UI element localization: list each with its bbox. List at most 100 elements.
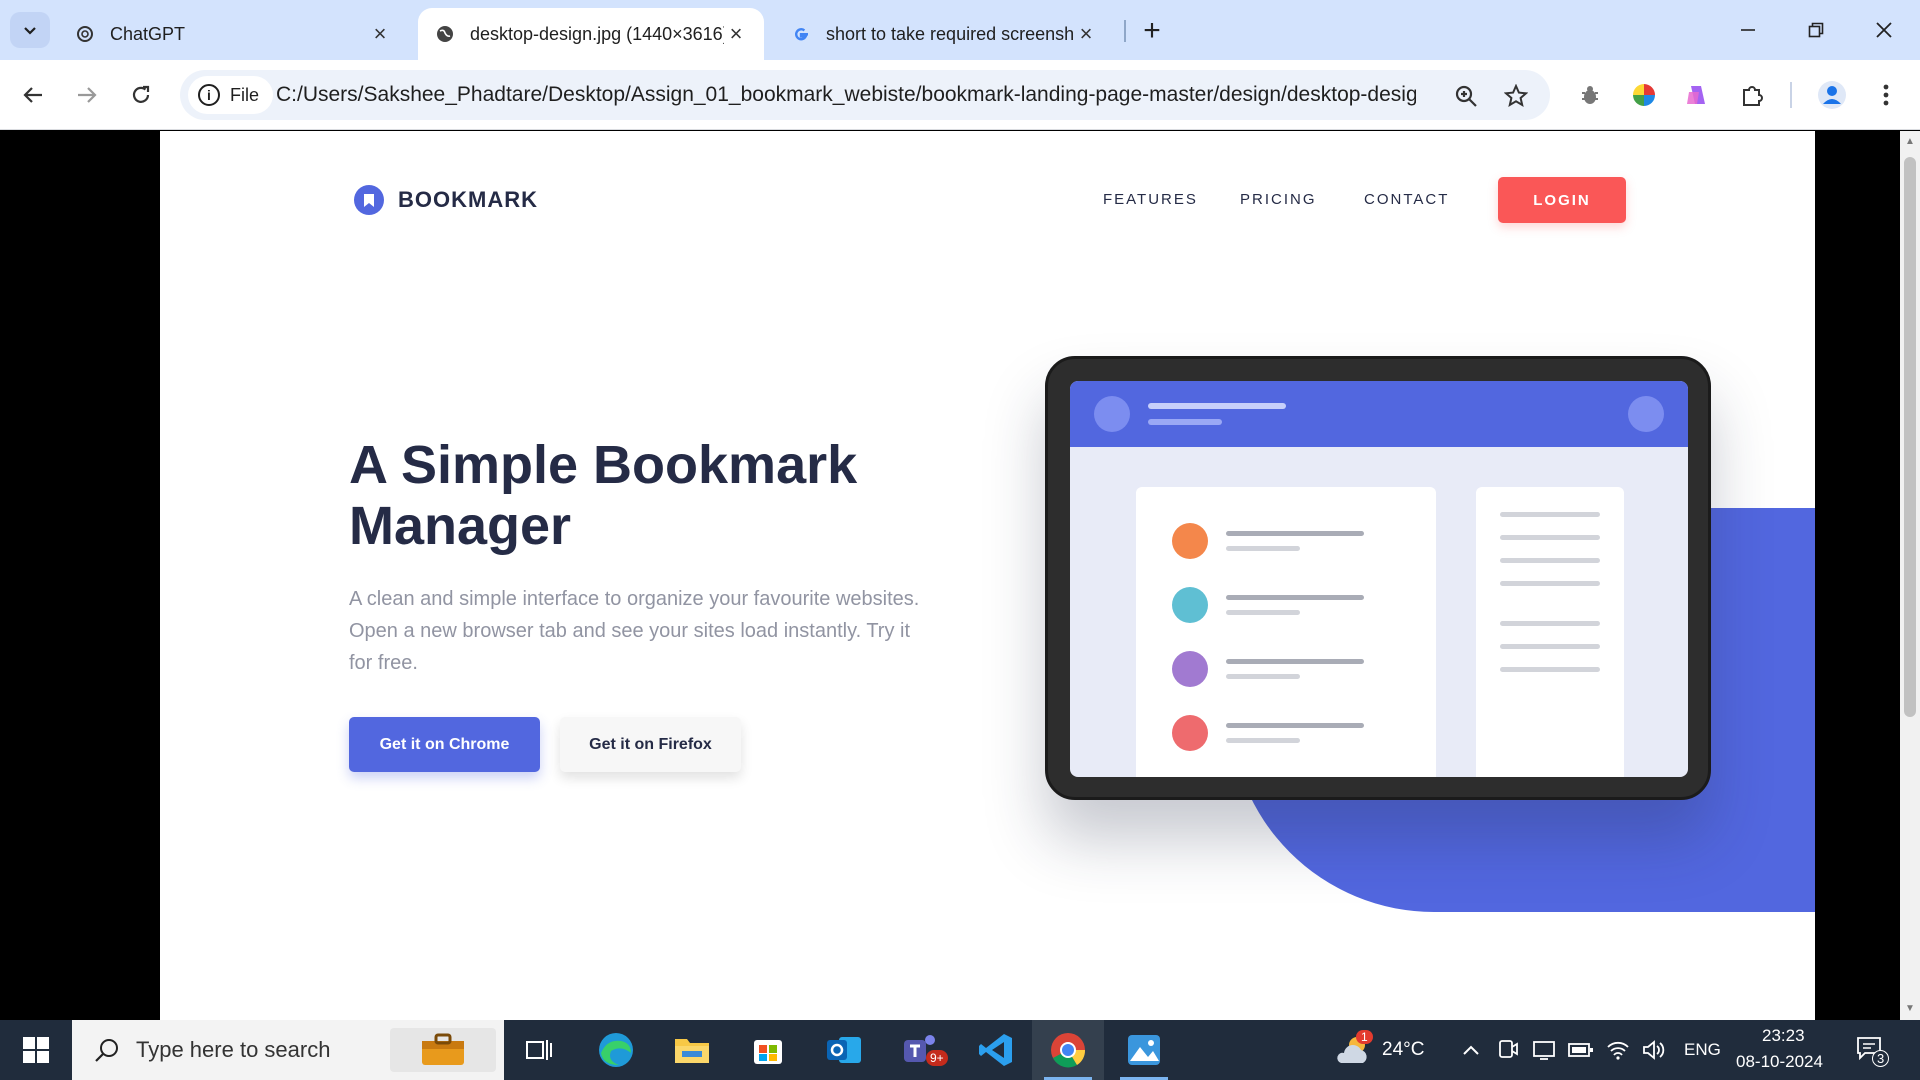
address-bar[interactable]: i File C:/Users/Sakshee_Phadtare/Desktop… — [180, 70, 1550, 120]
screen-side-card — [1476, 487, 1624, 777]
bookmark-line — [1226, 595, 1364, 600]
extension-bug-button[interactable] — [1574, 79, 1606, 111]
clock-date[interactable]: 08-10-2024 — [1736, 1052, 1823, 1072]
meet-now-icon[interactable] — [1498, 1039, 1518, 1061]
get-chrome-button[interactable]: Get it on Chrome — [349, 717, 540, 772]
extension-copilot-button[interactable] — [1682, 79, 1714, 111]
site-chip-label: File — [230, 84, 260, 105]
reload-button[interactable] — [120, 74, 162, 116]
toolbar-separator — [1790, 82, 1792, 108]
language-indicator[interactable]: ENG — [1684, 1040, 1721, 1060]
bookmark-line — [1226, 610, 1300, 615]
profile-button[interactable] — [1816, 79, 1848, 111]
bookmark-star-button[interactable] — [1502, 82, 1530, 110]
google-icon — [790, 23, 812, 45]
reload-icon — [132, 85, 150, 103]
bookmark-logo-icon — [354, 185, 384, 215]
briefcase-icon — [422, 1033, 464, 1065]
tab-strip: ChatGPT × desktop-design.jpg (1440×3616)… — [0, 0, 1920, 60]
zoom-button[interactable] — [1452, 82, 1480, 110]
search-highlight[interactable] — [390, 1028, 496, 1072]
taskbar-teams[interactable]: 9+ — [884, 1020, 956, 1080]
taskbar-outlook[interactable] — [808, 1020, 880, 1080]
browser-toolbar: i File C:/Users/Sakshee_Phadtare/Desktop… — [0, 60, 1920, 130]
close-icon[interactable]: × — [368, 21, 392, 46]
tab-title: desktop-design.jpg (1440×3616) — [470, 23, 724, 44]
screen-menu-shape — [1628, 396, 1664, 432]
info-icon: i — [198, 84, 220, 106]
chevron-up-icon[interactable] — [1462, 1043, 1480, 1057]
extensions-button[interactable] — [1736, 79, 1768, 111]
volume-icon[interactable] — [1642, 1039, 1666, 1061]
design-image: BOOKMARK FEATURES PRICING CONTACT LOGIN … — [160, 131, 1815, 1020]
get-firefox-button[interactable]: Get it on Firefox — [560, 717, 741, 772]
nav-contact[interactable]: CONTACT — [1364, 191, 1449, 208]
battery-icon[interactable] — [1568, 1041, 1594, 1059]
taskbar-photos[interactable] — [1108, 1020, 1180, 1080]
tab-separator — [1124, 20, 1126, 42]
windows-logo-icon — [23, 1037, 49, 1063]
bookmark-line — [1226, 546, 1300, 551]
nav-pricing[interactable]: PRICING — [1240, 191, 1317, 208]
close-icon[interactable]: × — [1074, 21, 1098, 46]
globe-icon — [434, 23, 456, 45]
brand[interactable]: BOOKMARK — [354, 185, 538, 215]
menu-button[interactable] — [1870, 79, 1902, 111]
scrollbar-thumb[interactable] — [1904, 157, 1916, 717]
task-view-button[interactable] — [504, 1020, 576, 1080]
close-window-button[interactable] — [1850, 8, 1918, 52]
taskbar-vscode[interactable] — [960, 1020, 1032, 1080]
taskbar-search-box[interactable]: Type here to search — [72, 1020, 504, 1080]
vscode-icon — [979, 1034, 1012, 1066]
folder-icon — [675, 1039, 709, 1063]
start-button[interactable] — [0, 1020, 72, 1080]
clock-time[interactable]: 23:23 — [1762, 1026, 1805, 1046]
forward-button[interactable] — [66, 74, 108, 116]
zoom-icon — [1455, 85, 1477, 107]
tab-google-search[interactable]: short to take required screenshot × — [774, 8, 1114, 60]
notification-count: 3 — [1872, 1050, 1890, 1067]
bookmark-line — [1226, 674, 1300, 679]
screen-subtitle-line — [1148, 419, 1222, 425]
site-info-chip[interactable]: i File — [188, 76, 274, 114]
bookmark-dot — [1172, 715, 1208, 751]
bookmark-line — [1226, 723, 1364, 728]
tablet-screen — [1070, 381, 1688, 777]
notification-center-button[interactable]: 3 — [1856, 1036, 1890, 1067]
bookmark-dot — [1172, 651, 1208, 687]
side-line — [1500, 581, 1600, 586]
close-icon[interactable]: × — [724, 21, 748, 46]
restore-icon — [1808, 22, 1824, 38]
minimize-button[interactable] — [1714, 8, 1782, 52]
url-text[interactable]: C:/Users/Sakshee_Phadtare/Desktop/Assign… — [276, 83, 1416, 107]
side-line — [1500, 644, 1600, 649]
brand-name: BOOKMARK — [398, 187, 538, 212]
outlook-icon — [827, 1037, 861, 1063]
wifi-icon[interactable] — [1606, 1039, 1630, 1061]
taskbar-store[interactable] — [732, 1020, 804, 1080]
task-view-icon — [526, 1040, 552, 1060]
scroll-up-arrow-icon[interactable]: ▲ — [1905, 137, 1915, 147]
tab-title: ChatGPT — [110, 23, 186, 44]
nav-features[interactable]: FEATURES — [1103, 191, 1198, 208]
scroll-down-arrow-icon[interactable]: ▼ — [1905, 1004, 1915, 1014]
restore-button[interactable] — [1782, 8, 1850, 52]
side-line — [1500, 535, 1600, 540]
login-button[interactable]: LOGIN — [1498, 177, 1626, 223]
page-scrollbar[interactable]: ▲ ▼ — [1900, 131, 1920, 1020]
extension-color-button[interactable] — [1628, 79, 1660, 111]
weather-widget[interactable]: 1 — [1326, 1020, 1380, 1080]
new-tab-button[interactable]: + — [1132, 14, 1172, 48]
tab-chatgpt[interactable]: ChatGPT × — [58, 8, 408, 60]
screen-avatar-shape — [1094, 396, 1130, 432]
tab-search-button[interactable] — [10, 12, 50, 48]
tab-desktop-design[interactable]: desktop-design.jpg (1440×3616) × — [418, 8, 764, 60]
star-icon — [1504, 84, 1528, 108]
taskbar-file-explorer[interactable] — [656, 1020, 728, 1080]
puzzle-icon — [1743, 86, 1763, 106]
taskbar-edge[interactable] — [580, 1020, 652, 1080]
screen-icon[interactable] — [1532, 1039, 1556, 1061]
back-button[interactable] — [12, 74, 54, 116]
hero-description: A clean and simple interface to organize… — [349, 588, 920, 674]
taskbar-chrome[interactable] — [1032, 1020, 1104, 1080]
